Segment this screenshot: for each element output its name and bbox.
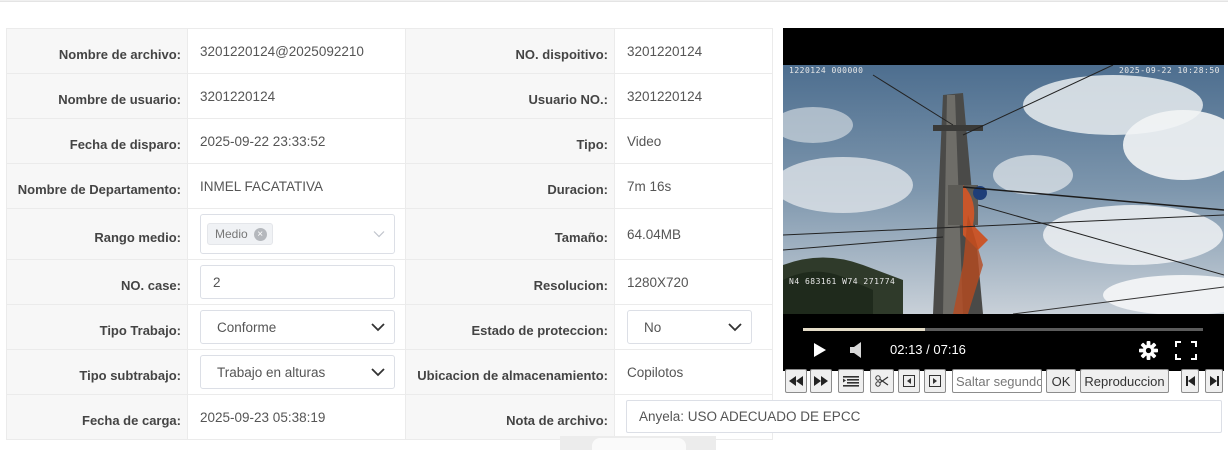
resolution-label: Resolucion: (405, 259, 615, 305)
work-subtype-value: Trabajo en alturas (217, 364, 326, 380)
osd-device-id: 1220124 000000 (789, 66, 864, 75)
file-note-label: Nota de archivo: (405, 394, 615, 440)
trigger-date-label: Fecha de disparo: (6, 118, 188, 164)
skip-forward-icon (1209, 376, 1219, 386)
device-no-label: NO. dispoitivo: (405, 28, 615, 74)
playlist-button[interactable] (838, 369, 864, 393)
work-subtype-label: Tipo subtrabajo: (6, 349, 188, 395)
work-subtype-cell: Trabajo en alturas (187, 349, 406, 395)
media-range-tag-label: Medio (215, 227, 248, 241)
protection-state-select[interactable]: No (627, 310, 752, 344)
type-value: Video (614, 118, 773, 164)
username-value: 3201220124 (187, 73, 406, 119)
background-overlay-tab (592, 438, 686, 450)
clip-button[interactable] (870, 369, 894, 393)
work-type-select[interactable]: Conforme (200, 310, 395, 344)
time-display: 02:13 / 07:16 (890, 342, 966, 357)
device-no-value: 3201220124 (614, 28, 773, 74)
storage-location-label: Ubicacion de almacenamiento: (405, 349, 615, 395)
size-label: Tamaño: (405, 208, 615, 260)
gear-icon[interactable] (1139, 341, 1158, 360)
username-label: Nombre de usuario: (6, 73, 188, 119)
case-no-input[interactable]: 2 (200, 265, 395, 299)
play-icon[interactable] (813, 342, 827, 358)
chevron-down-icon (371, 368, 385, 377)
case-no-cell: 2 (187, 259, 406, 305)
work-subtype-select[interactable]: Trabajo en alturas (200, 355, 395, 389)
skip-back-icon (1185, 376, 1195, 386)
ok-button[interactable]: OK (1046, 369, 1076, 393)
playback-toolbar: Saltar segundos OK Reproduccion (785, 369, 1226, 393)
chevron-down-icon (728, 323, 742, 332)
duration-value: 7m 16s (614, 163, 773, 209)
osd-datetime: 2025-09-22 10:28:50 (1118, 66, 1220, 75)
jump-seconds-input[interactable]: Saltar segundos (952, 369, 1042, 393)
duration-label: Duracion: (405, 163, 615, 209)
resolution-value: 1280X720 (614, 259, 773, 305)
media-range-select[interactable]: Medio × (200, 214, 395, 254)
scissors-icon (875, 375, 889, 387)
file-note-input[interactable]: Anyela: USO ADECUADO DE EPCC (626, 400, 1222, 433)
rewind-button[interactable] (785, 369, 807, 393)
osd-gps: N4 683161 W74 271774 (789, 277, 896, 286)
seek-bar-progress (803, 328, 925, 331)
trigger-date-value: 2025-09-22 23:33:52 (187, 118, 406, 164)
fast-forward-icon (814, 376, 828, 386)
next-frame-button[interactable] (924, 369, 946, 393)
upload-date-label: Fecha de carga: (6, 394, 188, 440)
rewind-icon (789, 376, 803, 386)
chevron-down-icon (371, 323, 385, 332)
filename-label: Nombre de archivo: (6, 28, 188, 74)
protection-state-cell: No (614, 304, 773, 350)
seek-bar[interactable] (803, 328, 1203, 331)
size-value: 64.04MB (614, 208, 773, 260)
user-no-label: Usuario NO.: (405, 73, 615, 119)
playback-button[interactable]: Reproduccion (1080, 369, 1169, 393)
skip-end-button[interactable] (1205, 369, 1223, 393)
volume-icon[interactable] (849, 342, 863, 358)
department-value: INMEL FACATATIVA (187, 163, 406, 209)
chevron-down-icon (373, 231, 385, 238)
prev-frame-button[interactable] (898, 369, 920, 393)
media-range-cell: Medio × (187, 208, 406, 260)
file-info-table: Nombre de archivo: 3201220124@2025092210… (6, 28, 773, 440)
filename-value: 3201220124@2025092210 (187, 28, 406, 74)
fullscreen-icon[interactable] (1175, 341, 1197, 360)
work-type-value: Conforme (217, 319, 277, 335)
video-player[interactable]: 1220124 000000 2025-09-22 10:28:50 N4 68… (783, 28, 1224, 371)
department-label: Nombre de Departamento: (6, 163, 188, 209)
protection-state-value: No (644, 319, 662, 335)
tag-remove-icon[interactable]: × (253, 227, 267, 241)
media-range-tag: Medio × (207, 223, 273, 245)
skip-start-button[interactable] (1181, 369, 1199, 393)
list-icon (843, 376, 859, 387)
top-divider (0, 0, 1228, 2)
upload-date-value: 2025-09-23 05:38:19 (187, 394, 406, 440)
storage-location-value: Copilotos (614, 349, 773, 395)
media-range-label: Rango medio: (6, 208, 188, 260)
prev-frame-icon (903, 375, 915, 387)
type-label: Tipo: (405, 118, 615, 164)
user-no-value: 3201220124 (614, 73, 773, 119)
work-type-label: Tipo Trabajo: (6, 304, 188, 350)
case-no-label: NO. case: (6, 259, 188, 305)
fast-forward-button[interactable] (810, 369, 832, 393)
protection-state-label: Estado de proteccion: (405, 304, 615, 350)
work-type-cell: Conforme (187, 304, 406, 350)
next-frame-icon (929, 375, 941, 387)
